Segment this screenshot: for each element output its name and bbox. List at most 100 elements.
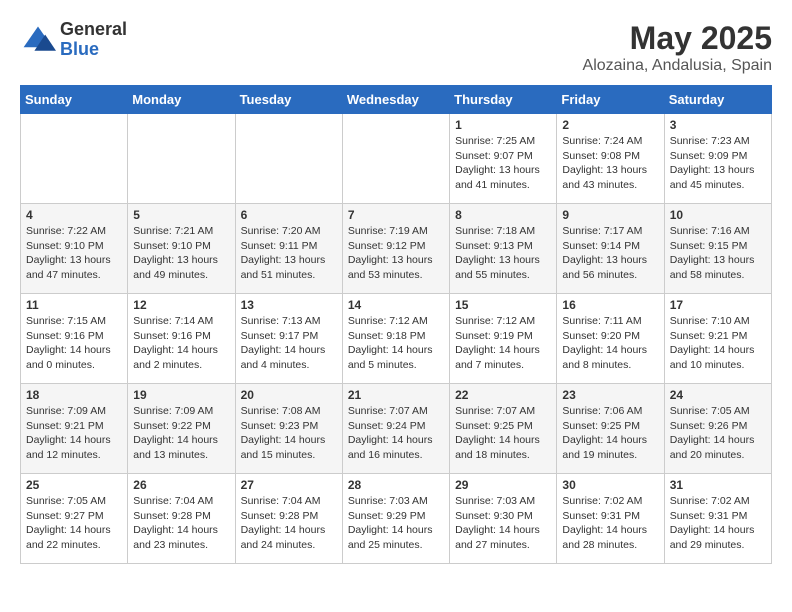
day-number: 30	[562, 478, 658, 492]
day-number: 13	[241, 298, 337, 312]
calendar-day-cell: 26 Sunrise: 7:04 AM Sunset: 9:28 PM Dayli…	[128, 474, 235, 564]
calendar-day-cell: 17 Sunrise: 7:10 AM Sunset: 9:21 PM Dayli…	[664, 294, 771, 384]
day-number: 27	[241, 478, 337, 492]
calendar-day-cell: 5 Sunrise: 7:21 AM Sunset: 9:10 PM Daylig…	[128, 204, 235, 294]
day-info: Sunrise: 7:14 AM Sunset: 9:16 PM Dayligh…	[133, 314, 229, 373]
day-info: Sunrise: 7:07 AM Sunset: 9:24 PM Dayligh…	[348, 404, 444, 463]
calendar-table: SundayMondayTuesdayWednesdayThursdayFrid…	[20, 85, 772, 564]
day-number: 19	[133, 388, 229, 402]
page-header: General Blue May 2025 Alozaina, Andalusi…	[20, 20, 772, 75]
calendar-day-cell: 8 Sunrise: 7:18 AM Sunset: 9:13 PM Daylig…	[450, 204, 557, 294]
calendar-week-row: 25 Sunrise: 7:05 AM Sunset: 9:27 PM Dayli…	[21, 474, 772, 564]
day-info: Sunrise: 7:10 AM Sunset: 9:21 PM Dayligh…	[670, 314, 766, 373]
calendar-day-cell: 3 Sunrise: 7:23 AM Sunset: 9:09 PM Daylig…	[664, 114, 771, 204]
logo-general: General	[60, 20, 127, 40]
day-info: Sunrise: 7:03 AM Sunset: 9:30 PM Dayligh…	[455, 494, 551, 553]
calendar-day-cell	[128, 114, 235, 204]
calendar-header-thursday: Thursday	[450, 86, 557, 114]
calendar-day-cell: 27 Sunrise: 7:04 AM Sunset: 9:28 PM Dayli…	[235, 474, 342, 564]
day-info: Sunrise: 7:22 AM Sunset: 9:10 PM Dayligh…	[26, 224, 122, 283]
calendar-day-cell: 4 Sunrise: 7:22 AM Sunset: 9:10 PM Daylig…	[21, 204, 128, 294]
calendar-day-cell: 1 Sunrise: 7:25 AM Sunset: 9:07 PM Daylig…	[450, 114, 557, 204]
calendar-day-cell: 22Sunrise: 7:07 AM Sunset: 9:25 PM Dayli…	[450, 384, 557, 474]
calendar-day-cell: 6Sunrise: 7:20 AM Sunset: 9:11 PM Daylig…	[235, 204, 342, 294]
day-number: 7	[348, 208, 444, 222]
day-number: 29	[455, 478, 551, 492]
day-info: Sunrise: 7:09 AM Sunset: 9:21 PM Dayligh…	[26, 404, 122, 463]
calendar-day-cell	[342, 114, 449, 204]
title-block: May 2025 Alozaina, Andalusia, Spain	[583, 20, 772, 75]
day-number: 17	[670, 298, 766, 312]
day-number: 23	[562, 388, 658, 402]
day-info: Sunrise: 7:25 AM Sunset: 9:07 PM Dayligh…	[455, 134, 551, 193]
logo-blue: Blue	[60, 40, 127, 60]
calendar-day-cell: 24Sunrise: 7:05 AM Sunset: 9:26 PM Dayli…	[664, 384, 771, 474]
calendar-day-cell	[21, 114, 128, 204]
calendar-day-cell: 29 Sunrise: 7:03 AM Sunset: 9:30 PM Dayli…	[450, 474, 557, 564]
calendar-day-cell: 31Sunrise: 7:02 AM Sunset: 9:31 PM Dayli…	[664, 474, 771, 564]
day-number: 9	[562, 208, 658, 222]
calendar-day-cell: 20 Sunrise: 7:08 AM Sunset: 9:23 PM Dayli…	[235, 384, 342, 474]
day-info: Sunrise: 7:21 AM Sunset: 9:10 PM Dayligh…	[133, 224, 229, 283]
day-number: 1	[455, 118, 551, 132]
day-number: 24	[670, 388, 766, 402]
day-info: Sunrise: 7:08 AM Sunset: 9:23 PM Dayligh…	[241, 404, 337, 463]
calendar-day-cell: 12Sunrise: 7:14 AM Sunset: 9:16 PM Dayli…	[128, 294, 235, 384]
day-info: Sunrise: 7:15 AM Sunset: 9:16 PM Dayligh…	[26, 314, 122, 373]
day-number: 4	[26, 208, 122, 222]
day-number: 5	[133, 208, 229, 222]
day-number: 16	[562, 298, 658, 312]
calendar-day-cell: 25 Sunrise: 7:05 AM Sunset: 9:27 PM Dayli…	[21, 474, 128, 564]
day-info: Sunrise: 7:24 AM Sunset: 9:08 PM Dayligh…	[562, 134, 658, 193]
logo-text: General Blue	[60, 20, 127, 60]
day-info: Sunrise: 7:04 AM Sunset: 9:28 PM Dayligh…	[241, 494, 337, 553]
day-info: Sunrise: 7:18 AM Sunset: 9:13 PM Dayligh…	[455, 224, 551, 283]
day-number: 6	[241, 208, 337, 222]
calendar-week-row: 11 Sunrise: 7:15 AM Sunset: 9:16 PM Dayli…	[21, 294, 772, 384]
calendar-day-cell: 7 Sunrise: 7:19 AM Sunset: 9:12 PM Daylig…	[342, 204, 449, 294]
day-number: 26	[133, 478, 229, 492]
logo: General Blue	[20, 20, 127, 60]
day-number: 20	[241, 388, 337, 402]
day-number: 10	[670, 208, 766, 222]
day-info: Sunrise: 7:07 AM Sunset: 9:25 PM Dayligh…	[455, 404, 551, 463]
day-info: Sunrise: 7:03 AM Sunset: 9:29 PM Dayligh…	[348, 494, 444, 553]
calendar-day-cell: 13 Sunrise: 7:13 AM Sunset: 9:17 PM Dayli…	[235, 294, 342, 384]
day-number: 2	[562, 118, 658, 132]
month-year: May 2025	[583, 20, 772, 57]
calendar-header-monday: Monday	[128, 86, 235, 114]
day-info: Sunrise: 7:11 AM Sunset: 9:20 PM Dayligh…	[562, 314, 658, 373]
location: Alozaina, Andalusia, Spain	[583, 57, 772, 75]
calendar-week-row: 1 Sunrise: 7:25 AM Sunset: 9:07 PM Daylig…	[21, 114, 772, 204]
day-info: Sunrise: 7:12 AM Sunset: 9:19 PM Dayligh…	[455, 314, 551, 373]
calendar-header-friday: Friday	[557, 86, 664, 114]
day-number: 3	[670, 118, 766, 132]
day-info: Sunrise: 7:05 AM Sunset: 9:27 PM Dayligh…	[26, 494, 122, 553]
calendar-header-row: SundayMondayTuesdayWednesdayThursdayFrid…	[21, 86, 772, 114]
calendar-header-sunday: Sunday	[21, 86, 128, 114]
calendar-day-cell	[235, 114, 342, 204]
day-info: Sunrise: 7:06 AM Sunset: 9:25 PM Dayligh…	[562, 404, 658, 463]
day-number: 8	[455, 208, 551, 222]
day-number: 18	[26, 388, 122, 402]
day-info: Sunrise: 7:13 AM Sunset: 9:17 PM Dayligh…	[241, 314, 337, 373]
calendar-day-cell: 19Sunrise: 7:09 AM Sunset: 9:22 PM Dayli…	[128, 384, 235, 474]
calendar-header-saturday: Saturday	[664, 86, 771, 114]
calendar-day-cell: 11 Sunrise: 7:15 AM Sunset: 9:16 PM Dayli…	[21, 294, 128, 384]
day-info: Sunrise: 7:19 AM Sunset: 9:12 PM Dayligh…	[348, 224, 444, 283]
calendar-day-cell: 21 Sunrise: 7:07 AM Sunset: 9:24 PM Dayli…	[342, 384, 449, 474]
calendar-header-tuesday: Tuesday	[235, 86, 342, 114]
day-number: 14	[348, 298, 444, 312]
day-number: 21	[348, 388, 444, 402]
calendar-day-cell: 14Sunrise: 7:12 AM Sunset: 9:18 PM Dayli…	[342, 294, 449, 384]
day-info: Sunrise: 7:23 AM Sunset: 9:09 PM Dayligh…	[670, 134, 766, 193]
day-number: 25	[26, 478, 122, 492]
calendar-day-cell: 28Sunrise: 7:03 AM Sunset: 9:29 PM Dayli…	[342, 474, 449, 564]
calendar-day-cell: 23 Sunrise: 7:06 AM Sunset: 9:25 PM Dayli…	[557, 384, 664, 474]
calendar-day-cell: 30Sunrise: 7:02 AM Sunset: 9:31 PM Dayli…	[557, 474, 664, 564]
day-info: Sunrise: 7:04 AM Sunset: 9:28 PM Dayligh…	[133, 494, 229, 553]
calendar-week-row: 4 Sunrise: 7:22 AM Sunset: 9:10 PM Daylig…	[21, 204, 772, 294]
day-number: 11	[26, 298, 122, 312]
day-info: Sunrise: 7:17 AM Sunset: 9:14 PM Dayligh…	[562, 224, 658, 283]
calendar-day-cell: 9 Sunrise: 7:17 AM Sunset: 9:14 PM Daylig…	[557, 204, 664, 294]
